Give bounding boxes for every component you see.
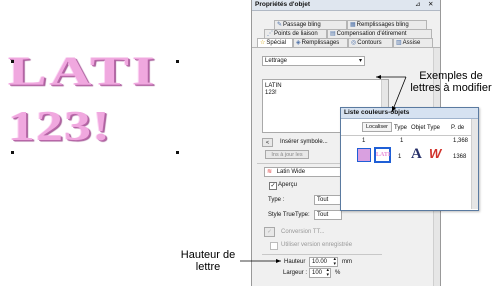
bling-run-icon: ✎ xyxy=(277,22,283,28)
color-swatch[interactable] xyxy=(357,148,371,162)
chevron-down-icon: ▾ xyxy=(358,58,362,64)
selection-handle[interactable] xyxy=(176,60,179,63)
spinner-icon[interactable]: ▴ ▾ xyxy=(333,258,336,266)
tab-compensation[interactable]: ▤Compensation d'étirement xyxy=(327,29,432,38)
tab-passage-bling[interactable]: ✎Passage bling xyxy=(274,20,347,29)
row2-points: 1368 xyxy=(453,154,467,160)
preview-checkbox[interactable]: ✓ xyxy=(269,182,277,190)
tab-remplissages[interactable]: ◈Remplissages xyxy=(293,38,348,47)
selection-handle[interactable] xyxy=(11,151,14,154)
section-dropdown-value: Lettrage xyxy=(265,58,288,64)
width-label: Largeur : xyxy=(283,270,308,276)
height-label: Hauteur xyxy=(284,259,306,265)
font-name: Latin Wide xyxy=(276,169,306,175)
truetype-style-dropdown[interactable]: Tout xyxy=(314,210,342,220)
saved-version-label: Utiliser version enregistrée xyxy=(281,242,353,248)
divider xyxy=(262,254,382,255)
spinner-icon[interactable]: ▴ ▾ xyxy=(326,269,329,277)
lettering-type-icon: A xyxy=(411,146,422,162)
height-unit: mm xyxy=(342,259,352,265)
list-scrollbar[interactable] xyxy=(471,119,478,209)
height-value: 10.00 xyxy=(312,259,328,265)
left-arrow-button[interactable]: < xyxy=(262,138,273,147)
tab-assise[interactable]: ▥Assise xyxy=(393,38,433,47)
type-dropdown[interactable]: Tout xyxy=(314,195,342,205)
width-unit: % xyxy=(335,270,341,276)
row2-type: 1 xyxy=(398,154,402,160)
section-dropdown[interactable]: Lettrage ▾ xyxy=(262,56,365,66)
row1-points: 1,368 xyxy=(453,138,469,144)
color-object-list-window: Liste couleurs-objets Localiser Type Obj… xyxy=(340,107,479,211)
object-thumbnail[interactable]: LATI xyxy=(374,147,391,163)
width-value: 100 xyxy=(312,270,323,276)
col-type-header: Type xyxy=(394,125,408,131)
fill-icon: ◈ xyxy=(296,40,301,46)
insert-symbol-link[interactable]: Insérer symbole... xyxy=(280,139,328,145)
truetype-style-label: Style TrueType: xyxy=(268,212,310,218)
col-pt-header: P. de xyxy=(451,125,465,131)
conversion-tt-button[interactable]: ✓ xyxy=(264,227,275,237)
tab-contours[interactable]: ◎Contours xyxy=(348,38,393,47)
font-icon: ≋ xyxy=(267,169,273,175)
bling-fill-icon: ▦ xyxy=(350,22,356,28)
underlay-icon: ▥ xyxy=(396,40,402,46)
text-line: LATIN xyxy=(265,83,282,89)
tab-points-de-liaison[interactable]: ⋰Points de liaison xyxy=(264,29,327,38)
locate-button[interactable]: Localiser xyxy=(362,122,392,132)
pull-comp-icon: ▤ xyxy=(330,31,336,37)
pin-icon[interactable]: ⊿ xyxy=(415,0,420,10)
color-list-title: Liste couleurs-objets xyxy=(341,108,478,119)
selection-handle[interactable] xyxy=(11,60,14,63)
tab-remplissages-bling[interactable]: ▦Remplissages bling xyxy=(347,20,427,29)
width-input[interactable]: 100 ▴ ▾ xyxy=(309,268,331,278)
panel-title-bar: Propriétés d'objet ⊿ ✕ xyxy=(252,0,440,11)
callout-examples: Exemples de lettres à modifier xyxy=(410,70,492,94)
header-divider xyxy=(341,135,478,136)
text-line: 123! xyxy=(265,90,277,96)
tab-divider xyxy=(252,47,440,48)
saved-version-checkbox[interactable] xyxy=(270,242,278,250)
stitch-type-icon: W xyxy=(429,146,442,161)
outline-icon: ◎ xyxy=(351,40,357,46)
type-label: Type : xyxy=(268,197,285,203)
selection-handle[interactable] xyxy=(176,151,179,154)
panel-title: Propriétés d'objet xyxy=(255,1,310,8)
col-object-header: Objet xyxy=(411,125,426,131)
update-button[interactable]: Ins à jour les xyxy=(265,150,309,159)
tab-special[interactable]: ☆Spécial xyxy=(257,38,293,47)
row1-num: 1 xyxy=(362,138,366,144)
embroidered-text-line2[interactable]: 123! xyxy=(8,105,111,147)
tie-points-icon: ⋰ xyxy=(267,31,273,37)
col-type2-header: Type xyxy=(427,125,441,131)
height-input[interactable]: 10.00 ▴ ▾ xyxy=(309,257,338,267)
callout-height: Hauteur de lettre xyxy=(180,249,236,273)
close-icon[interactable]: ✕ xyxy=(428,0,433,10)
embroidered-text-line1[interactable]: LATI xyxy=(8,50,158,92)
star-icon: ☆ xyxy=(260,40,266,46)
conversion-tt-label: Conversion TT... xyxy=(281,229,325,235)
preview-label: Aperçu xyxy=(278,182,298,188)
row1-type: 1 xyxy=(400,138,404,144)
